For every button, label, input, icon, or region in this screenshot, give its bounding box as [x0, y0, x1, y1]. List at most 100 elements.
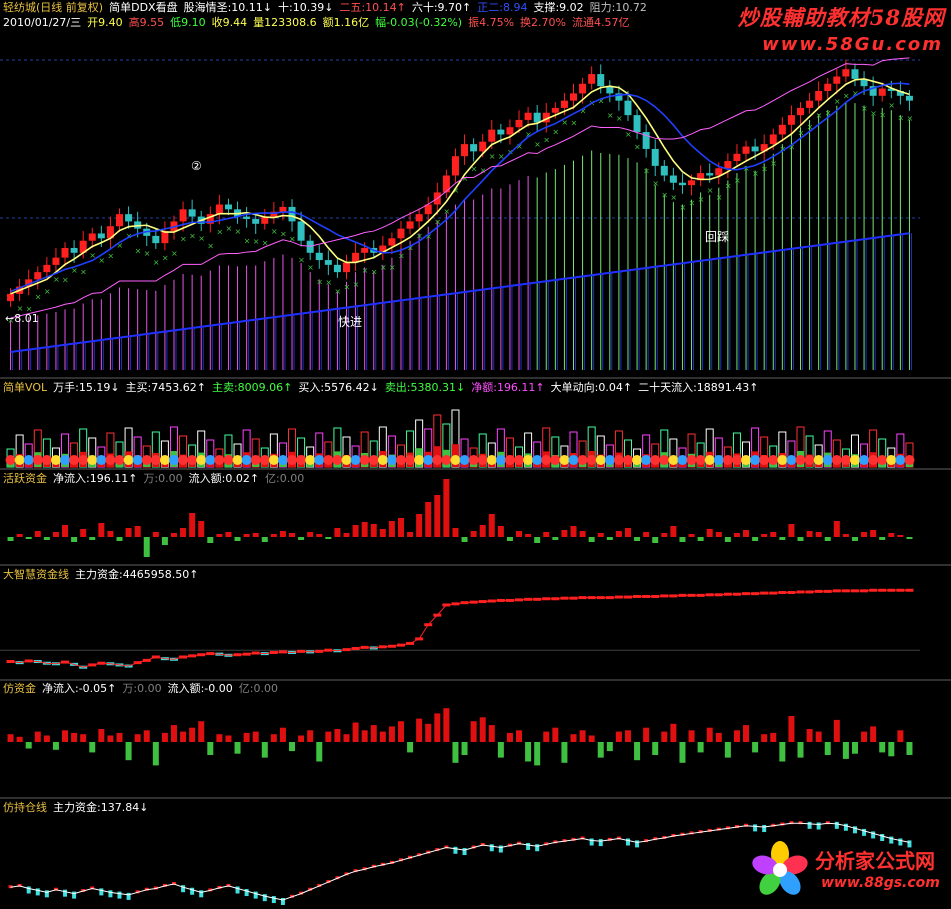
- fake-flow-bar: [833, 719, 840, 742]
- candle-body: [778, 124, 786, 135]
- candle-body: [524, 112, 532, 120]
- fake-flow-bar: [824, 742, 831, 755]
- vol-face-icon: [677, 455, 688, 465]
- active-flow-bar: [688, 534, 695, 537]
- fake-flow-bar: [797, 742, 804, 758]
- active-flow-bar: [261, 537, 268, 542]
- candle-body: [116, 214, 123, 227]
- annotation-fast-in: 快进: [338, 315, 363, 329]
- fake-flow-bar: [851, 742, 858, 754]
- active-flow-bar: [343, 533, 350, 537]
- marker-x: ×: [53, 275, 60, 284]
- hold-marker: [843, 823, 848, 831]
- vol-face-icon: [459, 455, 470, 465]
- active-flow-bar: [234, 537, 241, 541]
- vol-face-icon: [250, 455, 261, 465]
- marker-x: ×: [879, 111, 886, 120]
- active-flow-bar: [107, 531, 114, 537]
- marker-x: ×: [135, 246, 142, 255]
- fake-flow-bar: [416, 718, 423, 742]
- fake-flow-bar: [870, 726, 877, 742]
- active-flow-bar: [706, 529, 713, 537]
- vol-face-icon: [323, 455, 334, 465]
- hold-marker: [852, 826, 857, 834]
- active-flow-bar: [116, 537, 123, 541]
- active-flow-bar: [534, 537, 541, 543]
- candle-body: [497, 129, 505, 135]
- candle-body: [479, 141, 487, 152]
- active-flow-bar: [89, 537, 96, 540]
- active-flow-bar: [770, 532, 777, 537]
- active-flow-bar: [643, 532, 650, 537]
- logo-url: www.88gs.com: [821, 875, 940, 891]
- active-flow-bar: [452, 528, 459, 537]
- vol-face-icon: [123, 455, 134, 465]
- vol-face-icon: [341, 455, 352, 465]
- fake-flow-bar: [806, 729, 813, 742]
- vol-face-icon: [632, 455, 643, 465]
- marker-x: ×: [334, 287, 341, 296]
- fake-flow-bar: [470, 721, 477, 742]
- vol-face-icon: [287, 455, 298, 465]
- vol-face-icon: [568, 455, 579, 465]
- active-flow-bar: [851, 537, 858, 541]
- fake-flow-bar: [252, 731, 259, 742]
- candle-body: [588, 74, 596, 84]
- candle-body: [570, 93, 577, 101]
- vol-face-icon: [523, 455, 534, 465]
- fake-flow-bar: [525, 742, 532, 762]
- fake-flow-bar: [752, 742, 759, 753]
- vol-face-icon: [23, 455, 34, 465]
- fake-flow-bar: [307, 730, 314, 742]
- vol-face-icon: [468, 455, 479, 465]
- active-flow-bar: [270, 534, 277, 537]
- candle-body: [842, 69, 850, 77]
- candle-body: [633, 115, 641, 133]
- fake-flow-bar: [615, 731, 622, 742]
- fake-flow-bar: [697, 742, 704, 753]
- hold-marker: [807, 821, 812, 829]
- vol-face-icon: [704, 455, 715, 465]
- marker-x: ×: [180, 235, 187, 244]
- fake-flow-bar: [579, 730, 586, 742]
- vol-face-icon: [550, 455, 561, 465]
- marker-x: ×: [307, 263, 314, 272]
- active-flow-bar: [479, 525, 486, 537]
- hold-marker: [262, 894, 267, 902]
- active-flow-bar: [43, 537, 50, 540]
- fake-flow-bar: [298, 735, 305, 742]
- hold-marker: [126, 892, 131, 900]
- wisdom-title: 大智慧资金线: [3, 568, 69, 581]
- fake-flow-bar: [316, 742, 323, 762]
- fake-flow-bar: [815, 731, 822, 742]
- fake-item: 万:0.00: [122, 682, 162, 695]
- active-flow-bar: [906, 537, 913, 539]
- candle-body: [188, 209, 196, 217]
- hold-marker: [489, 844, 494, 852]
- active-item: 净流入:196.11↑: [53, 472, 138, 485]
- vol-item: 买入:5576.42↓: [298, 381, 379, 394]
- vol-face-icon: [105, 455, 116, 465]
- fake-flow-bar: [152, 742, 159, 766]
- marker-x: ×: [643, 167, 650, 176]
- fake-flow-bar: [198, 721, 205, 742]
- marker-x: ×: [171, 249, 178, 258]
- candle-body: [70, 247, 78, 253]
- candle-body: [669, 175, 677, 183]
- vol-face-icon: [405, 455, 416, 465]
- hold-marker: [26, 886, 31, 894]
- marker-x: ×: [216, 227, 223, 236]
- marker-x: ×: [843, 91, 850, 100]
- vol-face-icon: [277, 455, 288, 465]
- active-flow-bar: [670, 526, 677, 537]
- vol-face-icon: [69, 455, 80, 465]
- fake-flow-bar: [861, 731, 868, 742]
- candle-body: [706, 173, 714, 176]
- panel-active-labels: 活跃资金 净流入:196.11↑ 万:0.00 流入额:0.02↑ 亿:0.00: [3, 472, 310, 485]
- candle-body: [597, 74, 605, 87]
- vol-face-icon: [786, 455, 797, 465]
- active-item: 亿:0.00: [265, 472, 305, 485]
- marker-x: ×: [235, 227, 242, 236]
- marker-x: ×: [689, 198, 696, 207]
- fake-flow-bar: [52, 742, 59, 750]
